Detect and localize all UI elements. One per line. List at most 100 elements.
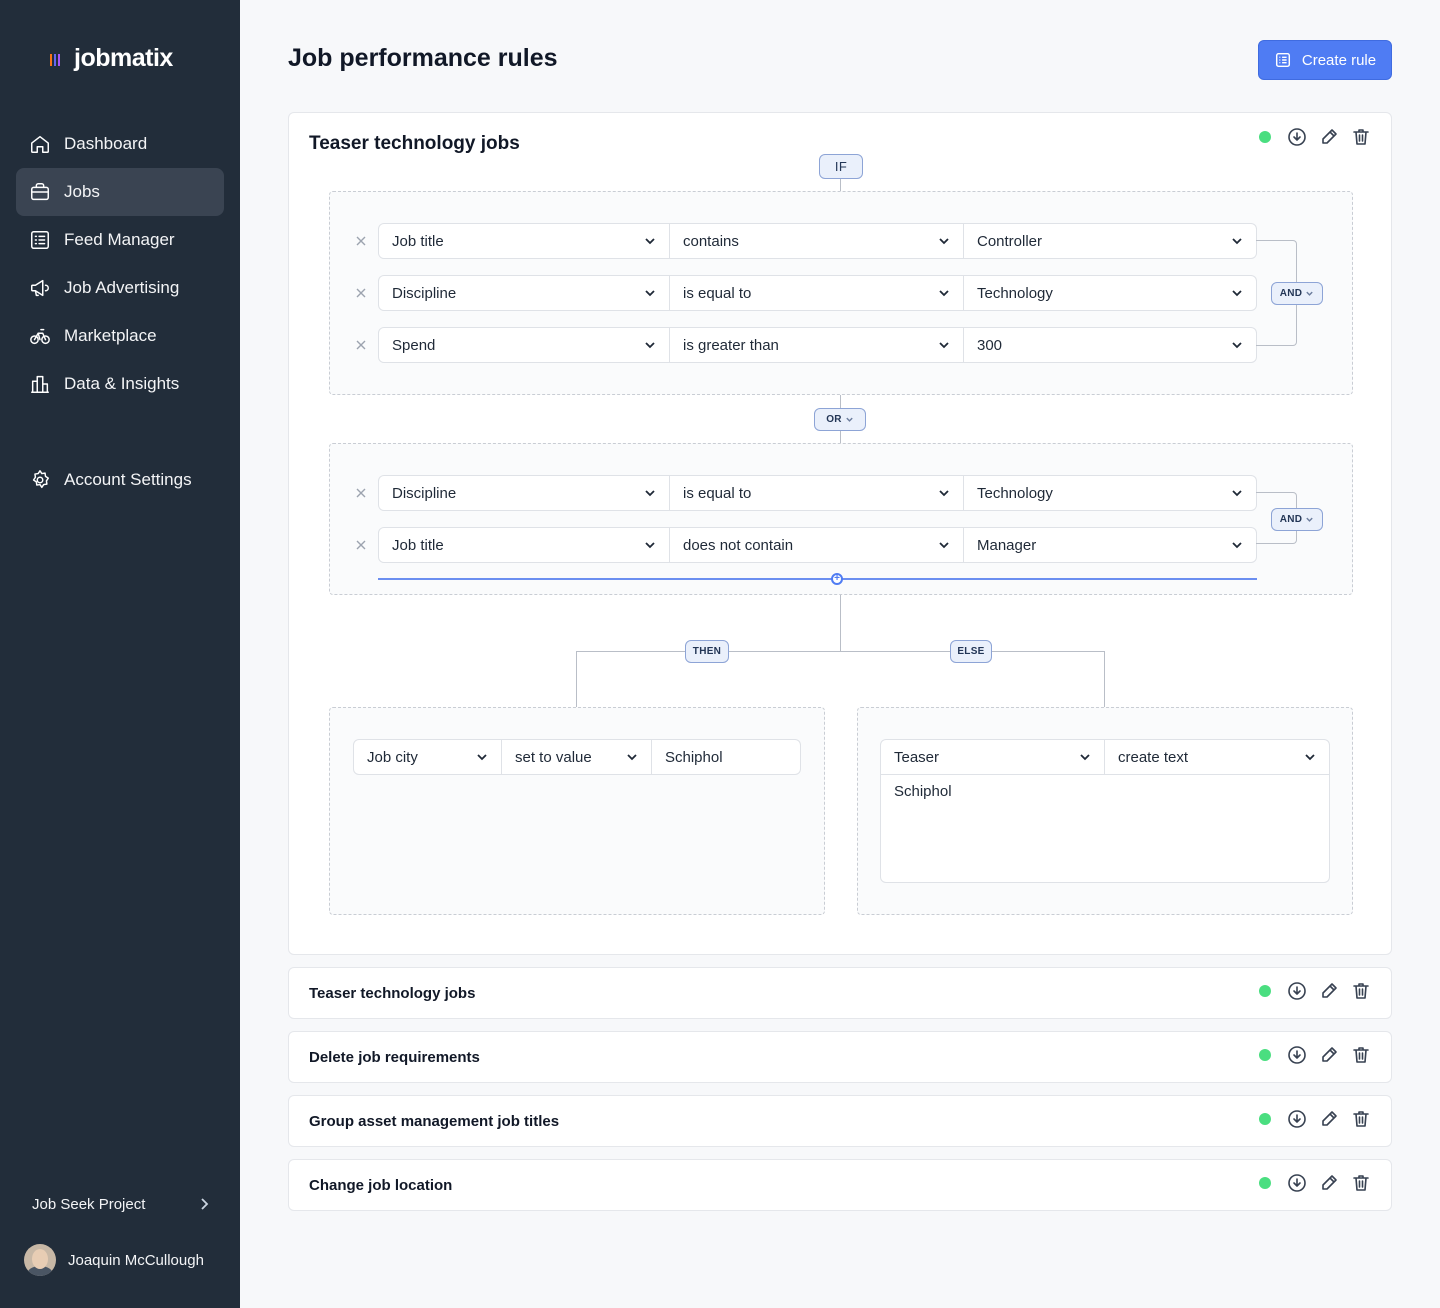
sidebar-item-feed-manager[interactable]: Feed Manager (16, 216, 224, 264)
operator-value: is greater than (683, 336, 779, 354)
condition-row: Spend is greater than 300 (378, 327, 1257, 363)
operator-value: is equal to (683, 484, 752, 502)
field-select[interactable]: Job title (378, 223, 670, 259)
trash-icon[interactable] (1351, 127, 1371, 147)
field-value: Spend (392, 336, 436, 354)
operator-value: contains (683, 232, 739, 250)
operator-select[interactable]: is equal to (670, 475, 964, 511)
condition-value: Manager (977, 536, 1037, 554)
value-select[interactable]: Technology (964, 475, 1257, 511)
action-field-select[interactable]: Teaser (880, 739, 1105, 775)
value-select[interactable]: Manager (964, 527, 1257, 563)
remove-condition-icon[interactable] (354, 538, 368, 552)
action-value: Schiphol (665, 748, 723, 766)
add-condition-icon[interactable]: + (831, 573, 843, 585)
remove-condition-icon[interactable] (354, 486, 368, 500)
chevron-down-icon (645, 290, 655, 297)
chevron-down-icon (939, 342, 949, 349)
edit-icon[interactable] (1319, 1109, 1339, 1129)
field-select[interactable]: Discipline (378, 475, 670, 511)
then-pill: THEN (685, 640, 729, 663)
value-select[interactable]: Technology (964, 275, 1257, 311)
chevron-down-icon (645, 542, 655, 549)
action-operator-select[interactable]: set to value (502, 739, 652, 775)
logo[interactable]: jobmatix (50, 44, 173, 73)
status-active-dot (1259, 985, 1271, 997)
connector-line (840, 179, 841, 191)
chevron-down-icon (1306, 291, 1313, 296)
edit-icon[interactable] (1319, 1173, 1339, 1193)
rule-title: Group asset management job titles (309, 1113, 560, 1130)
user-name: Joaquin McCullough (68, 1251, 204, 1269)
and-operator-pill[interactable]: AND (1271, 508, 1323, 531)
add-condition-line[interactable] (378, 578, 1257, 580)
rule-card[interactable]: Delete job requirements (288, 1031, 1392, 1083)
operator-select[interactable]: contains (670, 223, 964, 259)
sidebar-item-account-settings[interactable]: Account Settings (16, 456, 224, 504)
chevron-down-icon (1305, 754, 1315, 761)
field-select[interactable]: Job title (378, 527, 670, 563)
download-icon[interactable] (1287, 1173, 1307, 1193)
action-field-value: Teaser (894, 748, 940, 766)
sidebar-item-job-advertising[interactable]: Job Advertising (16, 264, 224, 312)
remove-condition-icon[interactable] (354, 338, 368, 352)
download-icon[interactable] (1287, 981, 1307, 1001)
trash-icon[interactable] (1351, 981, 1371, 1001)
teaser-text-area[interactable]: Schiphol (880, 775, 1330, 883)
operator-label: AND (1279, 288, 1303, 299)
bike-icon (28, 324, 52, 348)
trash-icon[interactable] (1351, 1045, 1371, 1065)
rule-card[interactable]: Teaser technology jobs (288, 967, 1392, 1019)
rule-actions (1259, 1173, 1371, 1193)
sidebar-item-marketplace[interactable]: Marketplace (16, 312, 224, 360)
action-value-input[interactable]: Schiphol (652, 739, 801, 775)
chevron-down-icon (627, 754, 637, 761)
download-icon[interactable] (1287, 1109, 1307, 1129)
action-field-select[interactable]: Job city (353, 739, 502, 775)
rule-card[interactable]: Group asset management job titles (288, 1095, 1392, 1147)
then-action-row: Job city set to value Schiphol (353, 739, 801, 775)
remove-condition-icon[interactable] (354, 286, 368, 300)
chevron-down-icon (1080, 754, 1090, 761)
download-icon[interactable] (1287, 1045, 1307, 1065)
trash-icon[interactable] (1351, 1109, 1371, 1129)
edit-icon[interactable] (1319, 1045, 1339, 1065)
sidebar-item-label: Dashboard (64, 134, 148, 153)
sidebar-item-label: Feed Manager (64, 230, 175, 249)
rule-card[interactable]: Change job location (288, 1159, 1392, 1211)
field-value: Discipline (392, 484, 457, 502)
create-rule-label: Create rule (1301, 51, 1377, 69)
trash-icon[interactable] (1351, 1173, 1371, 1193)
user-profile[interactable]: Joaquin McCullough (24, 1244, 204, 1276)
chevron-right-icon (201, 1198, 209, 1210)
chevron-down-icon (645, 490, 655, 497)
megaphone-icon (28, 276, 52, 300)
value-select[interactable]: 300 (964, 327, 1257, 363)
remove-condition-icon[interactable] (354, 234, 368, 248)
connector-line (576, 651, 1105, 652)
edit-icon[interactable] (1319, 127, 1339, 147)
operator-select[interactable]: is greater than (670, 327, 964, 363)
status-active-dot (1259, 1177, 1271, 1189)
sidebar-item-dashboard[interactable]: Dashboard (16, 120, 224, 168)
download-icon[interactable] (1287, 127, 1307, 147)
field-select[interactable]: Discipline (378, 275, 670, 311)
else-action-row: Teaser create text (880, 739, 1330, 775)
and-operator-pill[interactable]: AND (1271, 282, 1323, 305)
sidebar-item-data-insights[interactable]: Data & Insights (16, 360, 224, 408)
operator-label: OR (826, 414, 842, 425)
chevron-down-icon (1232, 542, 1242, 549)
condition-value: Technology (977, 284, 1053, 302)
briefcase-icon (28, 180, 52, 204)
project-selector[interactable]: Job Seek Project (32, 1188, 212, 1220)
operator-select[interactable]: is equal to (670, 275, 964, 311)
operator-select[interactable]: does not contain (670, 527, 964, 563)
edit-icon[interactable] (1319, 981, 1339, 1001)
field-select[interactable]: Spend (378, 327, 670, 363)
or-operator-pill[interactable]: OR (814, 408, 866, 431)
action-operator-select[interactable]: create text (1105, 739, 1330, 775)
create-rule-button[interactable]: Create rule (1258, 40, 1392, 80)
sidebar-item-jobs[interactable]: Jobs (16, 168, 224, 216)
value-select[interactable]: Controller (964, 223, 1257, 259)
chevron-down-icon (1232, 290, 1242, 297)
